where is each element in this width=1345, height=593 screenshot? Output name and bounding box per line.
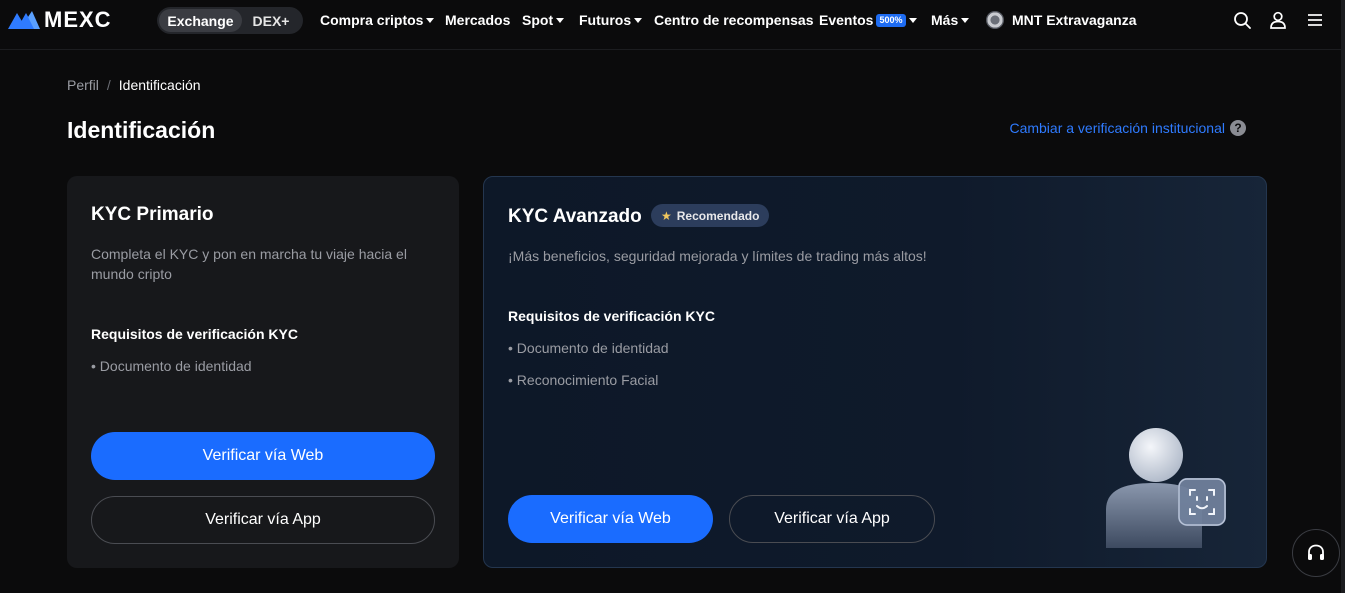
- chevron-down-icon: [961, 18, 970, 23]
- brand-name: MEXC: [44, 7, 112, 32]
- nav-item-buy-crypto[interactable]: Compra criptos: [320, 12, 435, 28]
- mexc-logo-icon: [8, 11, 40, 29]
- nav-item-futures[interactable]: Futuros: [579, 12, 643, 28]
- nav-item-label: Spot: [522, 12, 554, 28]
- tab-exchange[interactable]: Exchange: [159, 9, 242, 32]
- top-navigation: MEXC Exchange DEX+ Compra criptos Mercad…: [0, 0, 1345, 41]
- nav-item-label: Compra criptos: [320, 12, 424, 28]
- nav-item-rewards-center[interactable]: Centro de recompensas: [654, 12, 814, 28]
- help-icon[interactable]: ?: [1230, 120, 1246, 136]
- breadcrumb-profile[interactable]: Perfil: [67, 77, 99, 93]
- menu-icon[interactable]: [1306, 11, 1324, 29]
- nav-item-spot[interactable]: Spot: [522, 12, 565, 28]
- recommended-badge: ★ Recomendado: [651, 204, 770, 227]
- nav-item-label: Eventos: [819, 12, 874, 28]
- requirement-item-id-document: • Documento de identidad: [91, 358, 252, 374]
- recommended-label: Recomendado: [676, 208, 760, 223]
- verify-web-button[interactable]: Verificar vía Web: [508, 495, 713, 543]
- nav-item-markets[interactable]: Mercados: [445, 12, 510, 28]
- page-title: Identificación: [67, 117, 216, 143]
- tab-dex[interactable]: DEX+: [242, 9, 300, 32]
- chevron-down-icon: [634, 18, 643, 23]
- events-badge: 500%: [876, 13, 906, 27]
- nav-item-label: Mercados: [445, 12, 511, 28]
- institutional-link-label: Cambiar a verificación institucional: [1009, 120, 1225, 136]
- platform-switch: Exchange DEX+: [157, 7, 303, 34]
- face-verification-illustration: [1106, 428, 1226, 548]
- breadcrumb-current: Identificación: [118, 77, 201, 93]
- nav-item-label: Futuros: [579, 12, 632, 28]
- institutional-verification-link[interactable]: Cambiar a verificación institucional ?: [1009, 120, 1246, 136]
- requirements-title: Requisitos de verificación KYC: [508, 308, 715, 324]
- star-icon: ★: [661, 208, 672, 223]
- kyc-advanced-card: KYC Avanzado ★ Recomendado ¡Más benefici…: [483, 176, 1267, 568]
- nav-item-label: Más: [931, 12, 959, 28]
- headset-icon: [1308, 544, 1324, 560]
- verify-app-button[interactable]: Verificar vía App: [729, 495, 935, 543]
- verify-app-button[interactable]: Verificar vía App: [91, 496, 435, 544]
- nav-item-events[interactable]: Eventos 500%: [819, 12, 917, 28]
- user-icon[interactable]: [1269, 11, 1287, 29]
- requirement-item-id-document: • Documento de identidad: [508, 340, 669, 356]
- customer-support-button[interactable]: [1292, 529, 1340, 577]
- kyc-primary-description: Completa el KYC y pon en marcha tu viaje…: [91, 246, 407, 282]
- chevron-down-icon: [426, 18, 435, 23]
- nav-item-label: Centro de recompensas: [654, 12, 814, 28]
- kyc-advanced-description: ¡Más beneficios, seguridad mejorada y lí…: [508, 248, 927, 264]
- chevron-down-icon: [908, 18, 917, 23]
- nav-divider: [0, 49, 1345, 50]
- nav-item-mnt-extravaganza[interactable]: MNT Extravaganza: [986, 11, 1136, 29]
- chevron-down-icon: [556, 18, 565, 23]
- scrollbar-track[interactable]: [1341, 0, 1345, 593]
- kyc-advanced-title: KYC Avanzado: [508, 206, 642, 227]
- mexc-logo[interactable]: MEXC: [8, 7, 112, 32]
- requirement-item-face-recognition: • Reconocimiento Facial: [508, 372, 659, 388]
- mnt-token-icon: [986, 11, 1004, 29]
- requirements-title: Requisitos de verificación KYC: [91, 326, 298, 342]
- search-icon[interactable]: [1233, 11, 1251, 29]
- breadcrumb: Perfil / Identificación: [67, 77, 201, 93]
- kyc-primary-title: KYC Primario: [91, 204, 214, 225]
- nav-item-more[interactable]: Más: [931, 12, 970, 28]
- kyc-primary-card: KYC Primario Completa el KYC y pon en ma…: [67, 176, 459, 568]
- nav-item-label: MNT Extravaganza: [1012, 12, 1137, 28]
- verify-web-button[interactable]: Verificar vía Web: [91, 432, 435, 480]
- breadcrumb-separator: /: [106, 77, 111, 93]
